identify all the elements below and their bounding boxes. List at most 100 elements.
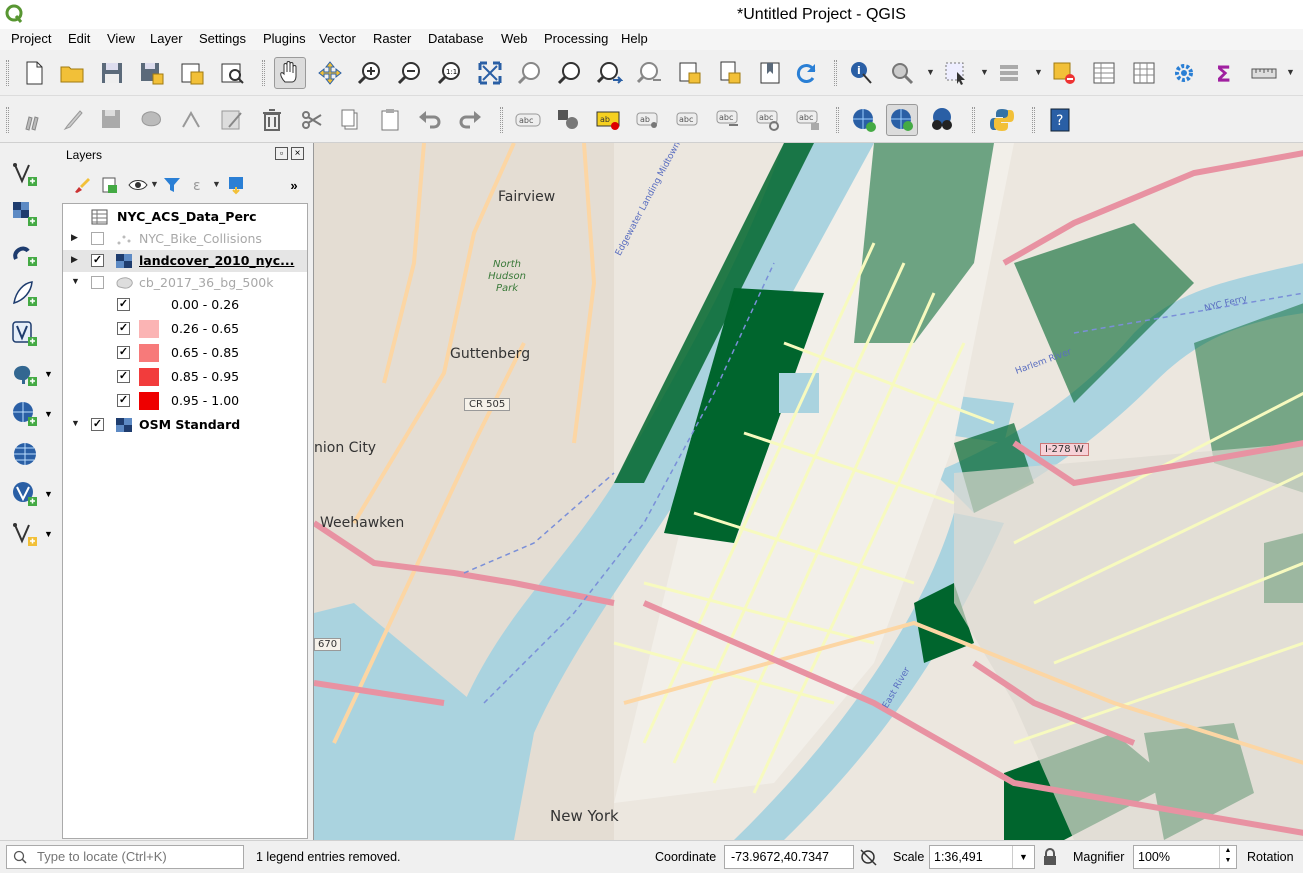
add-wms-button[interactable] [8,397,42,431]
refresh-button[interactable] [790,57,822,89]
menu-settings[interactable]: Settings [197,31,248,46]
toggle-extents-icon[interactable] [858,847,880,867]
legend-checkbox[interactable]: ✓ [117,394,130,407]
lock-icon[interactable] [1042,848,1058,866]
layer-visibility-checkbox[interactable]: ✓ [91,418,104,431]
legend-checkbox[interactable]: ✓ [117,346,130,359]
copy-features-button[interactable] [334,104,366,136]
toolbar-grip[interactable] [6,107,9,133]
search-qms-button[interactable] [926,104,958,136]
add-group-button[interactable] [98,173,122,197]
menu-help[interactable]: Help [619,31,650,46]
chevron-down-icon[interactable]: ▼ [1034,67,1043,77]
legend-item[interactable]: ✓ 0.85 - 0.95 [63,366,307,388]
select-by-value-button[interactable] [994,57,1026,89]
move-label-button[interactable]: abc [712,104,744,136]
zoom-to-selection-button[interactable] [514,57,546,89]
legend-item[interactable]: ✓ 0.00 - 0.26 [63,294,307,316]
quickmapservices-button[interactable] [886,104,918,136]
legend-item[interactable]: ✓ 0.95 - 1.00 [63,390,307,412]
field-calculator-button[interactable] [1128,57,1160,89]
toggle-editing-button[interactable] [56,104,88,136]
select-features-button[interactable] [940,57,972,89]
layer-item[interactable]: ▼ ✓ OSM Standard [63,414,307,436]
manage-visibility-button[interactable] [126,173,150,197]
paste-features-button[interactable] [374,104,406,136]
collapse-icon[interactable]: ▼ [71,276,81,288]
legend-item[interactable]: ✓ 0.26 - 0.65 [63,318,307,340]
layer-visibility-checkbox[interactable] [91,232,104,245]
change-label-button[interactable]: abc [792,104,824,136]
label-toolbar-button[interactable]: abc [512,104,544,136]
add-feature-button[interactable] [136,104,168,136]
highlight-pinned-labels-button[interactable]: ab [592,104,624,136]
add-postgis-button[interactable] [8,357,42,391]
spinbox-arrows-icon[interactable]: ▲ ▼ [1219,846,1236,868]
chevron-down-icon[interactable]: ▼ [44,369,53,379]
add-geopackage-button[interactable] [8,317,42,351]
expand-all-button[interactable] [224,173,248,197]
zoom-last-button[interactable] [594,57,626,89]
menu-vector[interactable]: Vector [317,31,358,46]
add-mesh-layer-button[interactable] [8,237,42,271]
expand-icon[interactable]: ▶ [71,232,81,244]
layer-visibility-checkbox[interactable]: ✓ [91,254,104,267]
add-vector-layer-button[interactable] [8,157,42,191]
filter-legend-button[interactable] [160,173,184,197]
legend-checkbox[interactable]: ✓ [117,370,130,383]
pan-map-button[interactable] [274,57,306,89]
menu-web[interactable]: Web [499,31,530,46]
legend-checkbox[interactable]: ✓ [117,298,130,311]
add-raster-layer-button[interactable] [8,197,42,231]
cut-features-button[interactable] [296,104,328,136]
chevron-down-icon[interactable]: ▼ [44,529,53,539]
menu-layer[interactable]: Layer [148,31,185,46]
layer-visibility-checkbox[interactable] [91,276,104,289]
chevron-down-icon[interactable]: ▼ [212,179,221,189]
menu-plugins[interactable]: Plugins [261,31,308,46]
toolbar-grip[interactable] [500,107,503,133]
open-project-button[interactable] [56,57,88,89]
open-layer-styling-button[interactable] [70,173,94,197]
layer-diagram-button[interactable] [552,104,584,136]
pan-to-selection-button[interactable] [314,57,346,89]
close-panel-button[interactable]: × [291,147,304,160]
redo-button[interactable] [454,104,486,136]
add-wfs-button[interactable] [8,477,42,511]
zoom-out-button[interactable] [394,57,426,89]
layer-item[interactable]: NYC_ACS_Data_Perc [63,206,307,228]
help-button[interactable]: ? [1044,104,1076,136]
zoom-full-button[interactable] [474,57,506,89]
chevron-down-icon[interactable]: ▼ [150,179,159,189]
processing-toolbox-button[interactable] [1168,57,1200,89]
float-panel-button[interactable]: ▫ [275,147,288,160]
new-map-view-button[interactable] [674,57,706,89]
chevron-down-icon[interactable]: ▼ [1012,846,1034,868]
rotate-label-button[interactable]: abc [752,104,784,136]
menu-view[interactable]: View [105,31,137,46]
identify-features-button[interactable]: i [846,57,878,89]
toolbar-grip[interactable] [834,60,837,86]
locator-input[interactable] [37,849,237,864]
coordinate-field[interactable]: -73.9672,40.7347 [724,845,854,869]
deselect-all-button[interactable] [1048,57,1080,89]
legend-checkbox[interactable]: ✓ [117,322,130,335]
zoom-next-button[interactable] [634,57,666,89]
undo-button[interactable] [414,104,446,136]
layer-item[interactable]: ▶ NYC_Bike_Collisions [63,228,307,250]
expand-icon[interactable]: ▶ [71,254,81,266]
menu-edit[interactable]: Edit [66,31,92,46]
menu-raster[interactable]: Raster [371,31,413,46]
menu-project[interactable]: Project [9,31,53,46]
filter-by-expression-button[interactable]: ε [188,173,212,197]
collapse-icon[interactable]: ▼ [71,418,81,430]
toolbar-grip[interactable] [972,107,975,133]
new-project-button[interactable] [18,57,50,89]
legend-item[interactable]: ✓ 0.65 - 0.85 [63,342,307,364]
toolbar-grip[interactable] [836,107,839,133]
add-wcs-button[interactable] [8,437,42,471]
new-shapefile-button[interactable] [8,517,42,551]
modify-attributes-button[interactable] [216,104,248,136]
toolbar-grip[interactable] [6,60,9,86]
python-console-button[interactable] [986,104,1018,136]
